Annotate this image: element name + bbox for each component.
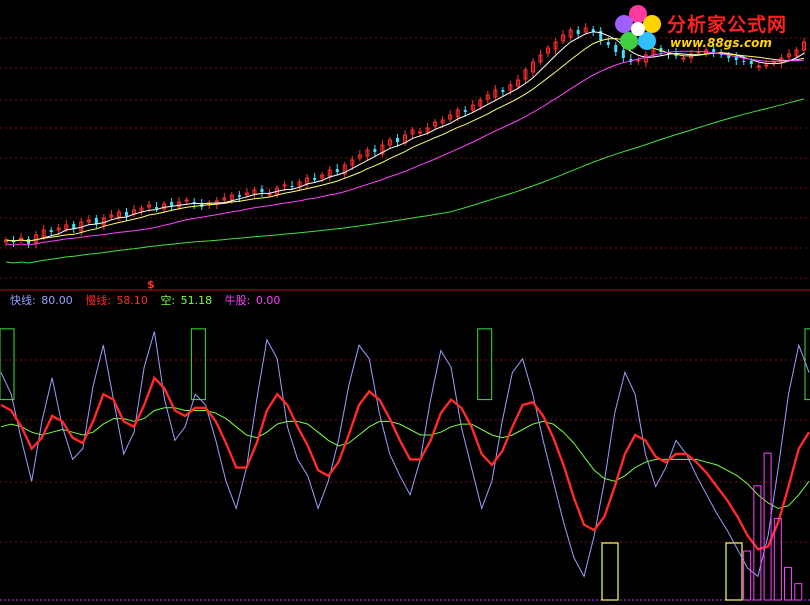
bull-bar-77 bbox=[784, 566, 793, 601]
candle-body-12 bbox=[94, 218, 98, 224]
candle-body-49 bbox=[373, 149, 377, 152]
bull-bar-75 bbox=[763, 452, 772, 601]
legend-empty-label: 空: bbox=[160, 294, 176, 307]
legend-slow-label: 慢线: bbox=[85, 294, 111, 307]
legend-fast-label: 快线: bbox=[10, 294, 36, 307]
candle-body-61 bbox=[463, 110, 467, 112]
candle-body-22 bbox=[170, 202, 174, 206]
candle-body-31 bbox=[237, 195, 241, 197]
bull-bar-74 bbox=[753, 485, 762, 601]
candle-body-24 bbox=[184, 199, 189, 202]
candle-body-102 bbox=[771, 61, 776, 64]
indicator-legend: 快线: 80.00 慢线: 58.10 空: 51.18 牛股: 0.00 bbox=[10, 292, 282, 308]
candle-body-52 bbox=[395, 138, 399, 142]
candle-body-100 bbox=[756, 65, 761, 68]
bull-bar-73 bbox=[743, 550, 752, 601]
candle-body-35 bbox=[267, 193, 272, 196]
candle-body-55 bbox=[418, 131, 423, 134]
legend-bull-label: 牛股: bbox=[224, 294, 251, 307]
candle-body-37 bbox=[282, 184, 287, 187]
candle-body-99 bbox=[749, 61, 753, 64]
flower-logo-icon bbox=[615, 5, 661, 50]
candle-body-6 bbox=[49, 230, 53, 232]
candle-body-101 bbox=[764, 64, 769, 67]
candle-body-98 bbox=[742, 61, 746, 62]
legend-slow-value: 58.10 bbox=[116, 294, 148, 307]
candle-body-84 bbox=[636, 59, 641, 62]
legend-bull-value: 0.00 bbox=[255, 294, 281, 307]
candle-body-16 bbox=[124, 212, 128, 216]
signal-box-up-0 bbox=[0, 328, 15, 401]
candle-body-44 bbox=[335, 169, 339, 172]
signal-box-down-0 bbox=[601, 542, 619, 601]
candle-body-34 bbox=[260, 189, 264, 192]
bull-bar-78 bbox=[794, 583, 803, 601]
candle-body-20 bbox=[155, 207, 159, 209]
signal-marker: $ bbox=[147, 278, 155, 291]
candle-body-66 bbox=[501, 90, 505, 92]
legend-empty-value: 51.18 bbox=[180, 294, 213, 307]
ma-long-line bbox=[5, 98, 805, 264]
candle-body-90 bbox=[681, 57, 686, 60]
logo-title: 分析家公式网 bbox=[667, 14, 788, 36]
candle-body-80 bbox=[606, 42, 610, 45]
signal-box-up-1 bbox=[190, 328, 206, 401]
slow-line bbox=[0, 375, 810, 551]
site-logo: 分析家公式网 www.88gs.com bbox=[612, 4, 808, 54]
logo-url: www.88gs.com bbox=[670, 36, 772, 50]
candle-body-38 bbox=[290, 186, 294, 187]
signal-box-down-1 bbox=[725, 542, 743, 601]
candle-body-41 bbox=[313, 178, 317, 180]
candle-body-76 bbox=[576, 30, 580, 34]
signal-box-up-2 bbox=[477, 328, 493, 401]
legend-fast-value: 80.00 bbox=[41, 294, 73, 307]
